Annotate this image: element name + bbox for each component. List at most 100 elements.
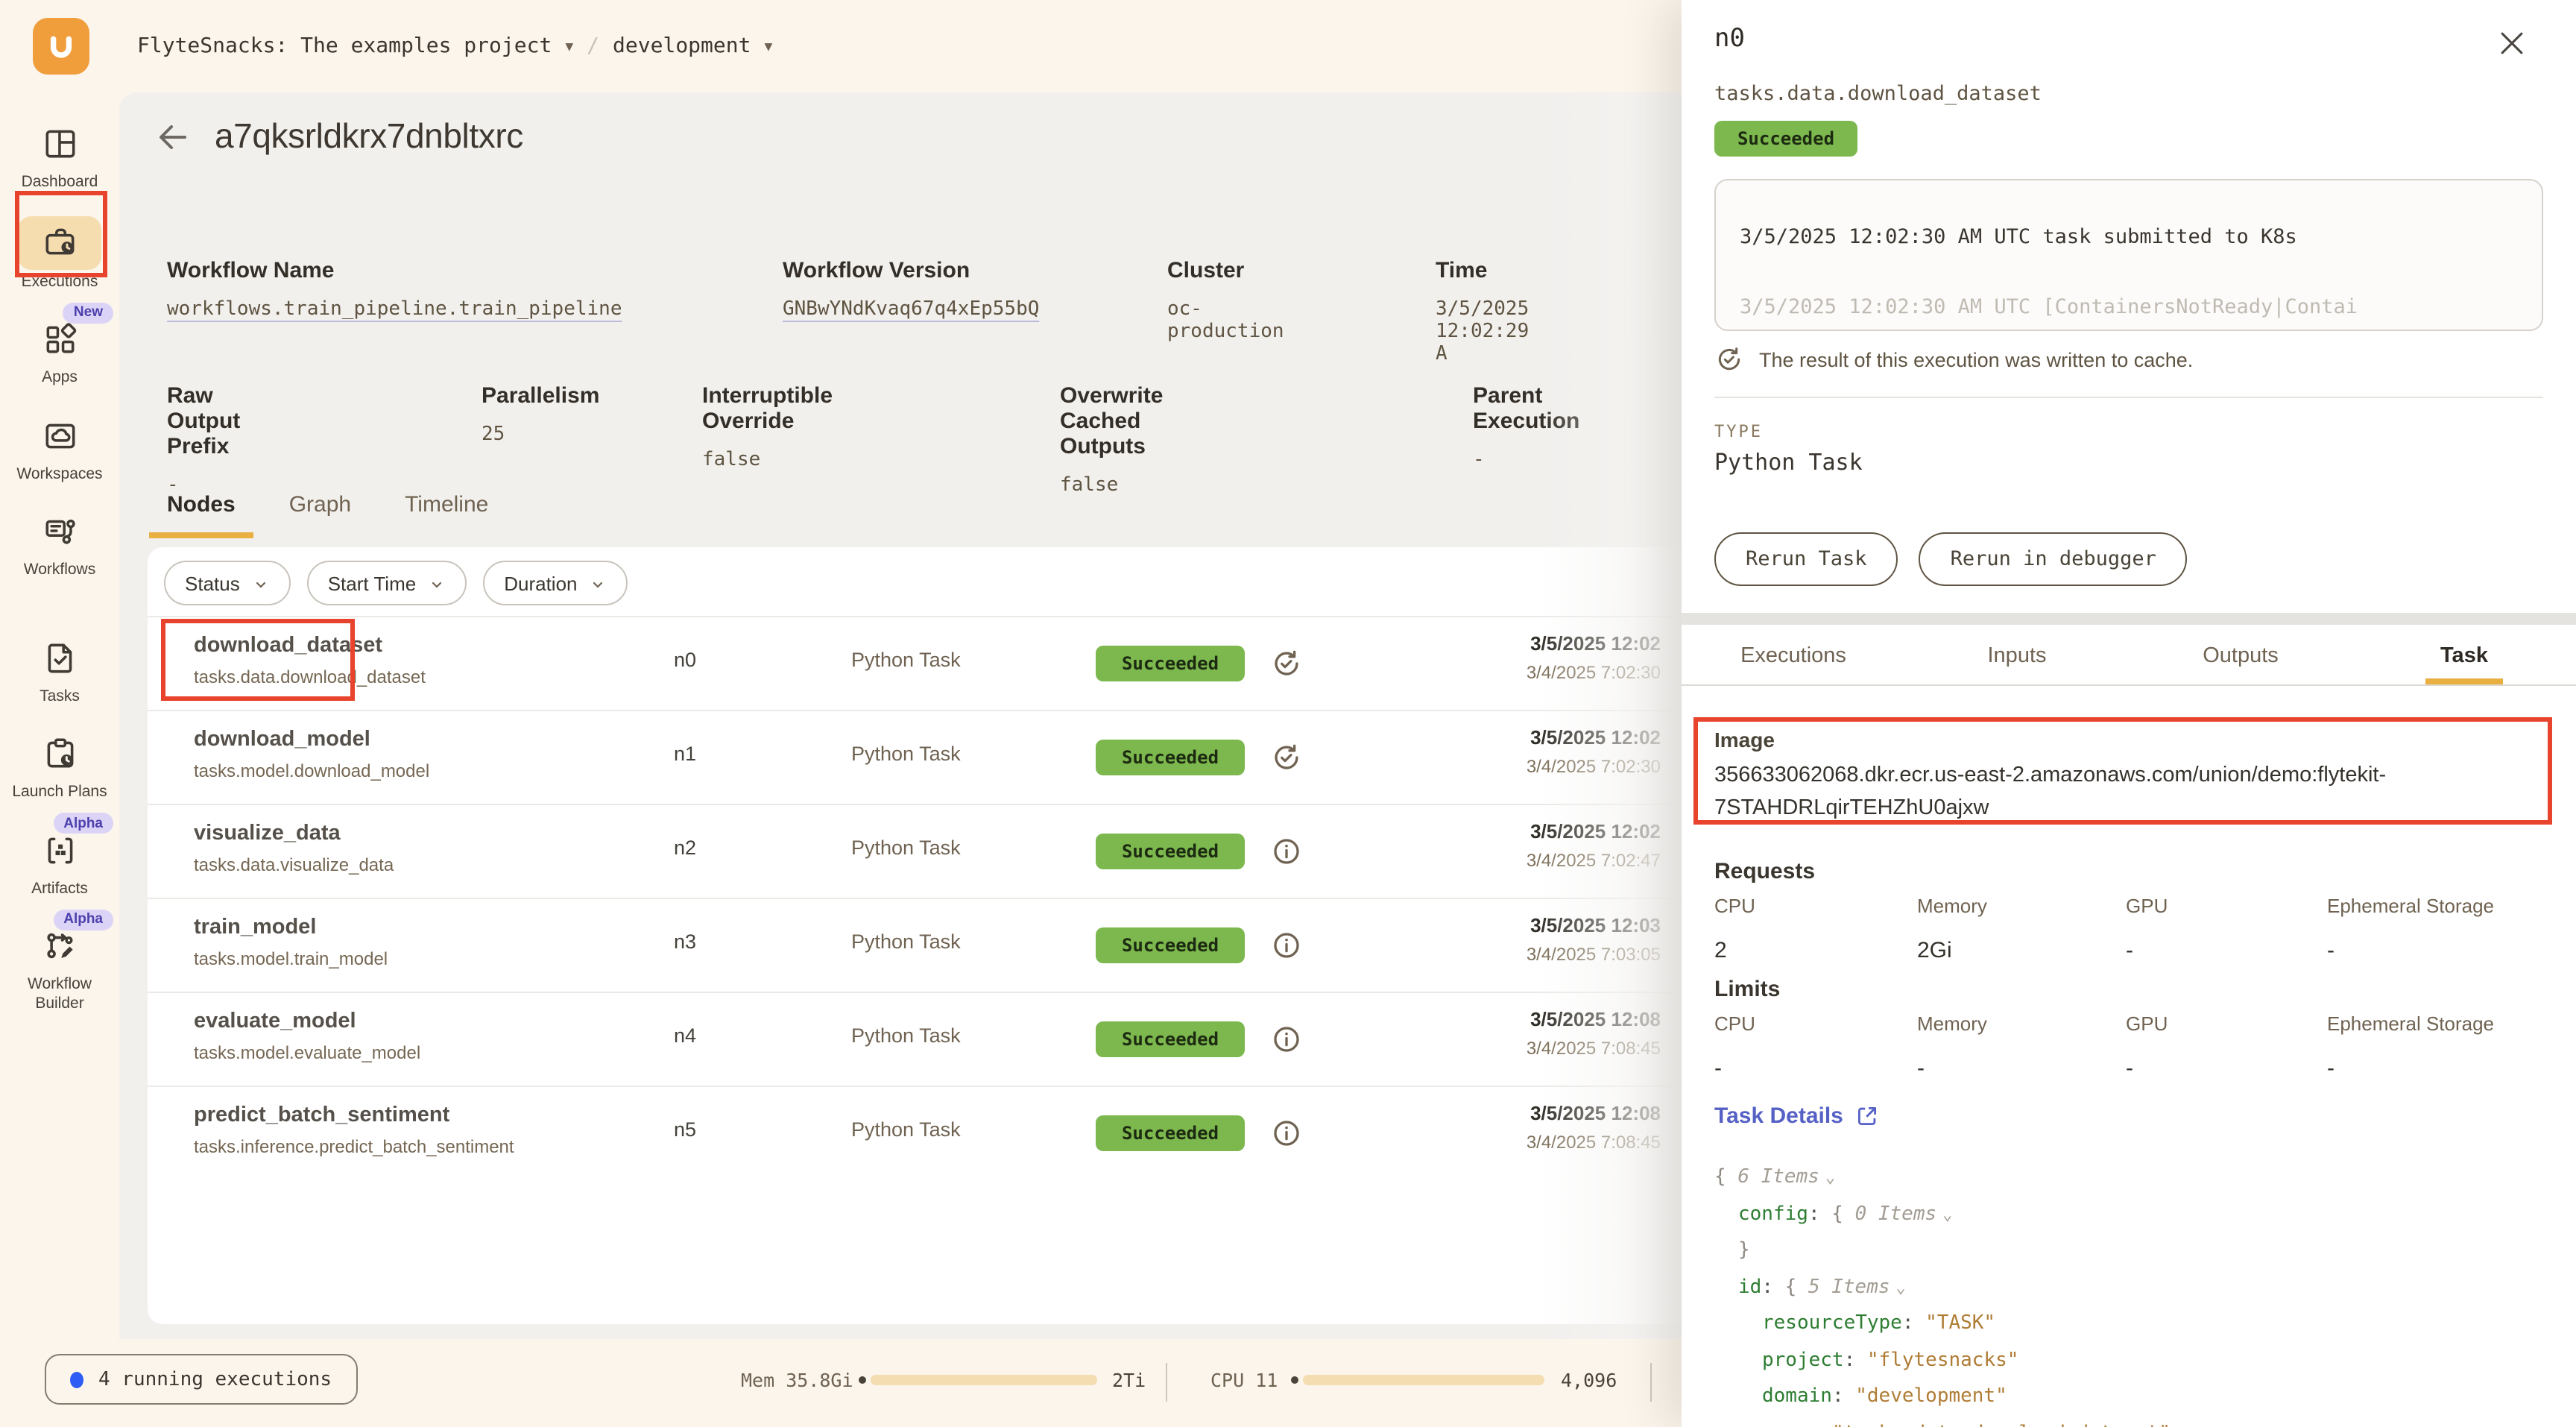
node-id: n0: [674, 649, 696, 671]
status-badge: Succeeded: [1096, 740, 1245, 775]
node-start-time: 3/5/2025 12:02: [1527, 820, 1661, 842]
filter-start-time[interactable]: Start Time: [307, 561, 467, 605]
sidebar-item-tasks[interactable]: Tasks: [0, 634, 119, 706]
filter-label: Start Time: [328, 572, 417, 594]
panel-tabs: ExecutionsInputsOutputsTask: [1682, 632, 2576, 686]
info-icon[interactable]: [1270, 835, 1303, 868]
detail-value[interactable]: workflows.train_pipeline.train_pipeline: [167, 298, 622, 321]
cache-icon[interactable]: [1270, 741, 1303, 774]
json-collapse-icon[interactable]: ⌄: [1819, 1168, 1835, 1187]
image-label: Image: [1714, 728, 1775, 752]
json-colon: :: [1808, 1203, 1831, 1225]
detail-value: 3/5/2025 12:02:29 A: [1436, 298, 1529, 365]
back-arrow-icon[interactable]: [155, 119, 191, 155]
panel-tab-executions[interactable]: Executions: [1682, 632, 1905, 684]
breadcrumb-project[interactable]: FlyteSnacks: The examples project: [137, 34, 552, 58]
tab-nodes[interactable]: Nodes: [167, 492, 236, 538]
json-collapse-icon[interactable]: ⌄: [1890, 1277, 1906, 1297]
breadcrumb-domain[interactable]: development: [613, 34, 751, 58]
execution-detail-workflow-version: Workflow VersionGNBwYNdKvaq67q4xEp55bQ: [783, 258, 1039, 321]
json-colon: :: [1902, 1312, 1925, 1335]
chevron-down-icon[interactable]: ▼: [565, 40, 573, 55]
json-item-count: 0 Items: [1855, 1203, 1937, 1225]
chevron-down-icon[interactable]: ▼: [764, 40, 772, 55]
panel-node-id: n0: [1714, 24, 1745, 54]
json-colon: :: [1809, 1422, 1832, 1427]
resource-label: GPU: [2126, 1012, 2327, 1035]
sidebar-item-dashboard[interactable]: Dashboard: [0, 119, 119, 192]
sidebar-badge: Alpha: [53, 813, 113, 834]
tab-graph[interactable]: Graph: [289, 492, 351, 538]
workflow-builder-icon-wrap: Alpha: [18, 922, 101, 970]
node-start-time-local: 3/4/2025 7:02:30: [1527, 756, 1661, 777]
artifacts-icon: [41, 831, 78, 869]
rerun-in-debugger-button[interactable]: Rerun in debugger: [1919, 532, 2188, 586]
panel-task-name: tasks.data.download_dataset: [1714, 82, 2042, 106]
json-line: { 6 Items⌄: [1714, 1160, 2171, 1197]
tasks-icon: [41, 639, 78, 676]
sidebar-item-apps[interactable]: NewApps: [0, 315, 119, 388]
node-type: Python Task: [851, 837, 961, 859]
node-id: n2: [674, 837, 696, 859]
resource-label: Memory: [1917, 895, 2126, 917]
filter-label: Duration: [504, 572, 577, 594]
node-type: Python Task: [851, 930, 961, 953]
node-times: 3/5/2025 12:033/4/2025 7:03:05: [1527, 914, 1661, 965]
sidebar-item-workspaces[interactable]: Workspaces: [0, 412, 119, 484]
breadcrumb: FlyteSnacks: The examples project ▼ / de…: [137, 0, 772, 92]
workspaces-icon: [41, 417, 78, 454]
json-brace: }: [1738, 1239, 1750, 1261]
filter-bar: Status Start Time Duration: [164, 561, 628, 605]
json-line: resourceType: "TASK": [1714, 1306, 2171, 1343]
workflows-icon: [41, 513, 78, 550]
close-icon[interactable]: [2496, 27, 2528, 60]
json-key: domain: [1762, 1385, 1832, 1408]
sidebar-item-workflows[interactable]: Workflows: [0, 508, 119, 580]
event-log-box[interactable]: 3/5/2025 12:02:30 AM UTC task submitted …: [1714, 179, 2543, 331]
type-label: TYPE: [1714, 422, 1763, 441]
node-task-path: tasks.inference.predict_batch_sentiment: [194, 1136, 514, 1157]
node-start-time-local: 3/4/2025 7:08:45: [1527, 1038, 1661, 1059]
node-name: visualize_data: [194, 822, 341, 845]
panel-tab-inputs[interactable]: Inputs: [1905, 632, 2129, 684]
info-icon[interactable]: [1270, 929, 1303, 962]
filter-duration[interactable]: Duration: [483, 561, 628, 605]
detail-label: Interruptible Override: [702, 383, 833, 434]
json-key: project: [1762, 1349, 1844, 1371]
launch-plans-icon-wrap: [18, 730, 101, 778]
apps-icon: [41, 321, 78, 358]
detail-value: oc-production: [1167, 298, 1284, 343]
filter-status[interactable]: Status: [164, 561, 291, 605]
sidebar-item-artifacts[interactable]: AlphaArtifacts: [0, 826, 119, 898]
cache-icon[interactable]: [1270, 647, 1303, 680]
mem-bar-dot: [859, 1376, 866, 1384]
json-collapse-icon[interactable]: ⌄: [1936, 1204, 1952, 1223]
workflows-icon-wrap: [18, 508, 101, 555]
sidebar-item-label: Workspaces: [0, 464, 119, 484]
sidebar-item-executions[interactable]: Executions: [0, 215, 119, 292]
union-logo[interactable]: [33, 18, 89, 75]
sidebar-item-launch-plans[interactable]: Launch Plans: [0, 730, 119, 802]
resources-grid: CPU2Memory2GiGPU-Ephemeral Storage-: [1714, 895, 2543, 963]
panel-tab-outputs[interactable]: Outputs: [2129, 632, 2352, 684]
status-badge: Succeeded: [1096, 1115, 1245, 1151]
detail-value: false: [702, 449, 833, 471]
panel-tab-task[interactable]: Task: [2352, 632, 2576, 684]
resource-memory: Memory-: [1917, 1012, 2126, 1081]
detail-value[interactable]: GNBwYNdKvaq67q4xEp55bQ: [783, 298, 1039, 321]
json-value: "tasks.data.download_dataset": [1832, 1422, 2171, 1427]
sidebar-item-workflow-builder[interactable]: AlphaWorkflow Builder: [0, 922, 119, 1014]
task-details-link[interactable]: Task Details: [1714, 1103, 1881, 1129]
resource-value: 2: [1714, 938, 1917, 963]
info-icon[interactable]: [1270, 1023, 1303, 1056]
running-executions-button[interactable]: 4 running executions: [45, 1354, 357, 1405]
json-colon: :: [1832, 1385, 1855, 1408]
resource-gpu: GPU-: [2126, 895, 2327, 963]
panel-status-badge-wrap: Succeeded: [1714, 121, 1857, 157]
tab-timeline[interactable]: Timeline: [405, 492, 488, 538]
json-value: "flytesnacks": [1867, 1349, 2019, 1371]
json-key: id: [1738, 1276, 1761, 1298]
info-icon[interactable]: [1270, 1117, 1303, 1150]
rerun-task-button[interactable]: Rerun Task: [1714, 532, 1898, 586]
execution-detail-overwrite-cached-outputs: Overwrite Cached Outputsfalse: [1060, 383, 1163, 497]
